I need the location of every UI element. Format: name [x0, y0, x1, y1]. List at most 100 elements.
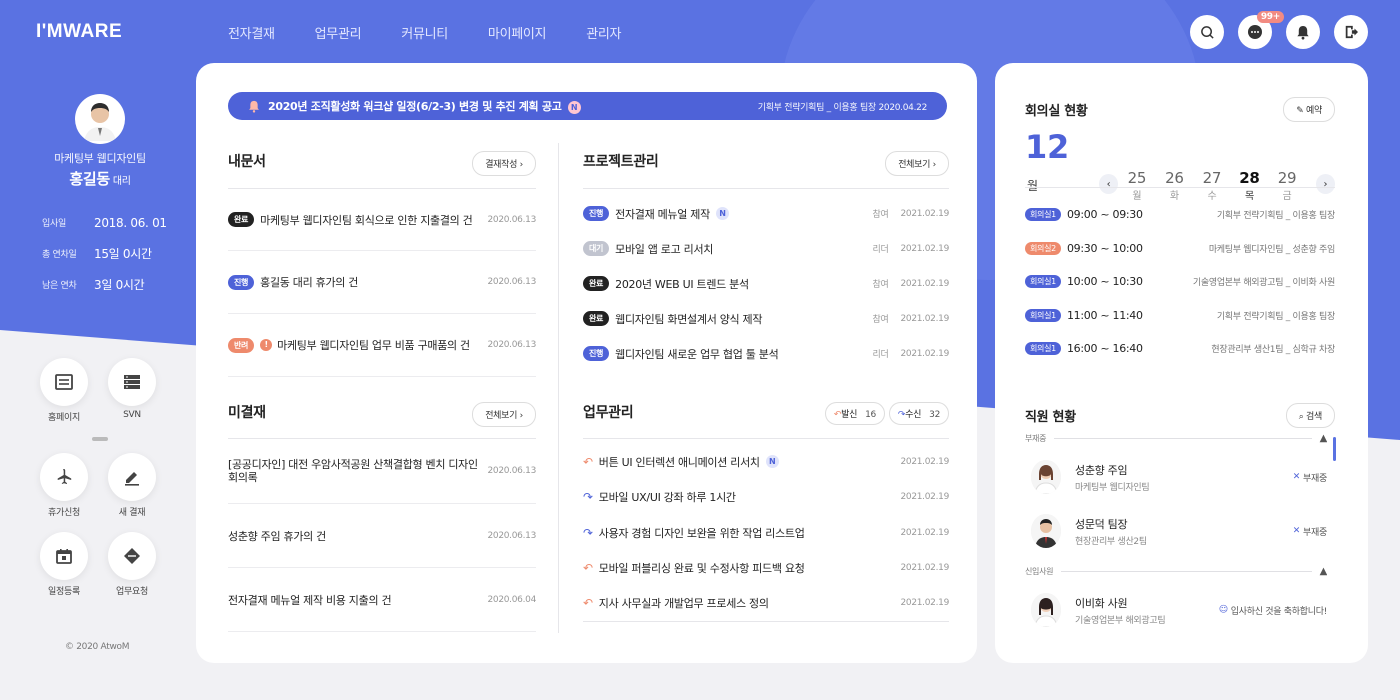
status-badge: 진행	[583, 346, 610, 361]
task-title: 사용자 경험 디자인 보완을 위한 작업 리스트업	[598, 526, 805, 540]
nav-mypage[interactable]: 마이페이지	[488, 23, 547, 42]
pending-title: 전자결재 메뉴얼 제작 비용 지출의 건	[228, 593, 392, 607]
pending-row[interactable]: [공공디자인] 대전 우암사적공원 산책결합형 벤치 디자인 회의록 2020.0…	[228, 439, 536, 504]
avatar[interactable]	[75, 94, 125, 144]
meeting-row[interactable]: 회의실1 16:00 ~ 16:40 현장관리부 생산1팀 _ 심학규 차장	[1025, 332, 1335, 366]
search-icon: ⌕	[1298, 412, 1304, 422]
new-badge: N	[567, 101, 581, 114]
project-row[interactable]: 진행 웹디자인팀 새로운 업무 협업 툴 분석 리더 2021.02.19	[583, 336, 949, 371]
status-badge: 완료	[583, 276, 610, 291]
forward-icon: ↷	[583, 490, 593, 505]
staff-row[interactable]: 이비화 사원 기술영업본부 해외광고팀 ☺ 입사하신 것을 축하합니다!	[1025, 583, 1327, 633]
calendar-icon	[56, 549, 72, 564]
task-row[interactable]: ↷ 사용자 경험 디자인 보완을 위한 작업 리스트업 2021.02.19	[583, 515, 949, 551]
meeting-row[interactable]: 회의실1 09:00 ~ 09:30 기획부 전략기획팀 _ 이용홍 팀장	[1025, 198, 1335, 232]
reserve-button[interactable]: ✎ 예약	[1283, 97, 1335, 122]
filter-label: 발신	[841, 410, 858, 420]
project-row[interactable]: 대기 모바일 앱 로고 리서치 리더 2021.02.19	[583, 231, 949, 266]
project-row[interactable]: 완료 웹디자인팀 화면설계서 양식 제작 참여 2021.02.19	[583, 301, 949, 336]
pending-row[interactable]: 성춘향 주임 휴가의 건 2020.06.13	[228, 504, 536, 568]
received-filter-button[interactable]: ↷수신 32	[888, 402, 949, 425]
task-row[interactable]: ↶ 지사 사무실과 개발업무 프로세스 정의 2021.02.19	[583, 586, 949, 622]
project-date: 2021.02.19	[900, 278, 949, 289]
day-number: 26	[1165, 169, 1184, 187]
doc-title: 마케팅부 웹디자인팀 업무 비품 구매품의 건	[277, 339, 470, 352]
user-photo-icon	[84, 103, 116, 141]
nav-community[interactable]: 커뮤니티	[401, 23, 448, 42]
pending-row[interactable]: 전자결재 메뉴얼 제작 비용 지출의 건 2020.06.04	[228, 568, 536, 632]
chat-icon	[1248, 25, 1262, 39]
quick-task-request[interactable]: 업무요청	[108, 532, 156, 597]
project-role: 리더	[872, 350, 889, 360]
notice-bar[interactable]: 2020년 조직활성화 워크샵 일정(6/2-3) 변경 및 추진 계획 공고 N…	[228, 92, 947, 120]
logout-button[interactable]	[1334, 15, 1368, 49]
meeting-row[interactable]: 회의실1 10:00 ~ 10:30 기술영업본부 해외광고팀 _ 이비화 사원	[1025, 265, 1335, 299]
section-title: 프로젝트관리	[583, 154, 659, 170]
main-card: 2020년 조직활성화 워크샵 일정(6/2-3) 변경 및 추진 계획 공고 N…	[196, 63, 977, 663]
group-label: 신입사원	[1025, 567, 1054, 576]
search-button[interactable]	[1190, 15, 1224, 49]
quick-schedule[interactable]: 일정등록	[40, 532, 88, 597]
task-row[interactable]: ↶ 모바일 퍼블리싱 완료 및 수정사항 피드백 요청 2021.02.19	[583, 551, 949, 587]
airplane-icon	[57, 469, 72, 484]
doc-title: 마케팅부 웹디자인팀 회식으로 인한 지출결의 건	[260, 213, 473, 227]
notification-button[interactable]	[1286, 15, 1320, 49]
staff-dept: 마케팅부 웹디자인팀	[1075, 482, 1150, 493]
quick-label: SVN	[123, 410, 141, 420]
button-label: 결재작성	[485, 160, 518, 170]
scrollbar[interactable]	[1333, 437, 1336, 461]
chevron-right-icon[interactable]: ›	[1315, 174, 1335, 194]
chevron-left-icon[interactable]: ‹	[1098, 174, 1119, 194]
section-title: 회의실 현황	[1025, 104, 1088, 119]
nav-tasks[interactable]: 업무관리	[315, 23, 362, 42]
profile-title: 대리	[112, 176, 131, 187]
main-nav: 전자결재 업무관리 커뮤니티 마이페이지 관리자	[228, 23, 661, 42]
task-row[interactable]: ↶ 버튼 UI 인터렉션 애니메이션 리서치 N 2021.02.19	[583, 444, 949, 480]
view-all-button[interactable]: 전체보기 ›	[472, 402, 536, 427]
view-all-button[interactable]: 전체보기 ›	[885, 151, 949, 176]
top-actions: 99+	[1176, 11, 1368, 49]
column-divider	[558, 143, 559, 633]
task-list: ↶ 버튼 UI 인터렉션 애니메이션 리서치 N 2021.02.19 ↷ 모바일 UX…	[583, 439, 949, 622]
quick-vacation[interactable]: 휴가신청	[40, 453, 88, 518]
button-label: 예약	[1306, 106, 1322, 116]
staff-status: ✕ 부재중	[1293, 525, 1327, 538]
avatar	[1031, 514, 1061, 548]
nav-approval[interactable]: 전자결재	[228, 23, 275, 42]
task-date: 2021.02.19	[900, 492, 949, 503]
project-row[interactable]: 진행 전자결재 메뉴얼 제작 N 참여 2021.02.19	[583, 196, 949, 231]
doc-row[interactable]: 진행 홍길동 대리 휴가의 건 2020.06.13	[228, 251, 536, 314]
doc-row[interactable]: 반려! 마케팅부 웹디자인팀 업무 비품 구매품의 건 2020.06.13	[228, 314, 536, 377]
warning-icon: !	[260, 339, 273, 351]
divider	[1025, 187, 1335, 188]
project-row[interactable]: 완료 2020년 WEB UI 트렌드 분석 참여 2021.02.19	[583, 266, 949, 301]
nav-admin[interactable]: 관리자	[586, 23, 621, 42]
meeting-row[interactable]: 회의실2 09:30 ~ 10:00 마케팅부 웹디자인팀 _ 성춘향 주임	[1025, 232, 1335, 266]
project-title: 웹디자인팀 화면설계서 양식 제작	[615, 312, 763, 326]
tasks-section: 업무관리 ↶발신 16 ↷수신 32 ↶ 버튼 UI 인터렉션 애니메이션 리서치 N 2…	[583, 402, 949, 622]
chat-button[interactable]: 99+	[1238, 11, 1284, 49]
logo[interactable]: I'MWARE	[36, 21, 122, 43]
info-row: 총 연차일 15일 0시간	[0, 238, 200, 269]
status-text: 입사하신 것을 축하합니다!	[1230, 606, 1327, 617]
quick-homepage[interactable]: 홈페이지	[40, 358, 88, 423]
write-approval-button[interactable]: 결재작성 ›	[472, 151, 536, 176]
absent-icon: ✕	[1292, 472, 1301, 482]
status-text: 부재중	[1303, 527, 1327, 538]
task-title: 모바일 UX/UI 강좌 하루 1시간	[598, 491, 736, 505]
staff-row[interactable]: 성춘향 주임 마케팅부 웹디자인팀 ✕ 부재중	[1025, 450, 1327, 504]
reply-icon: ↶	[583, 596, 593, 611]
room-badge: 회의실1	[1025, 275, 1061, 289]
group-header[interactable]: 신입사원 ▲	[1025, 566, 1327, 577]
sent-filter-button[interactable]: ↶발신 16	[824, 402, 885, 425]
quick-new-approval[interactable]: 새 결재	[108, 453, 156, 518]
quick-svn[interactable]: SVN	[108, 358, 156, 423]
meeting-list: 회의실1 09:00 ~ 09:30 기획부 전략기획팀 _ 이용홍 팀장 회의실2…	[1025, 198, 1335, 366]
meeting-row[interactable]: 회의실1 11:00 ~ 11:40 기획부 전략기획팀 _ 이용홍 팀장	[1025, 299, 1335, 333]
staff-row[interactable]: 성문덕 팀장 현장관리부 생산2팀 ✕ 부재중	[1025, 504, 1327, 558]
pending-title: 성춘향 주임 휴가의 건	[228, 529, 326, 543]
info-label: 남은 연차	[42, 281, 77, 291]
doc-row[interactable]: 완료 마케팅부 웹디자인팀 회식으로 인한 지출결의 건 2020.06.13	[228, 189, 536, 251]
group-header[interactable]: 부재중 ▲	[1025, 433, 1327, 444]
task-row[interactable]: ↷ 모바일 UX/UI 강좌 하루 1시간 2021.02.19	[583, 480, 949, 516]
